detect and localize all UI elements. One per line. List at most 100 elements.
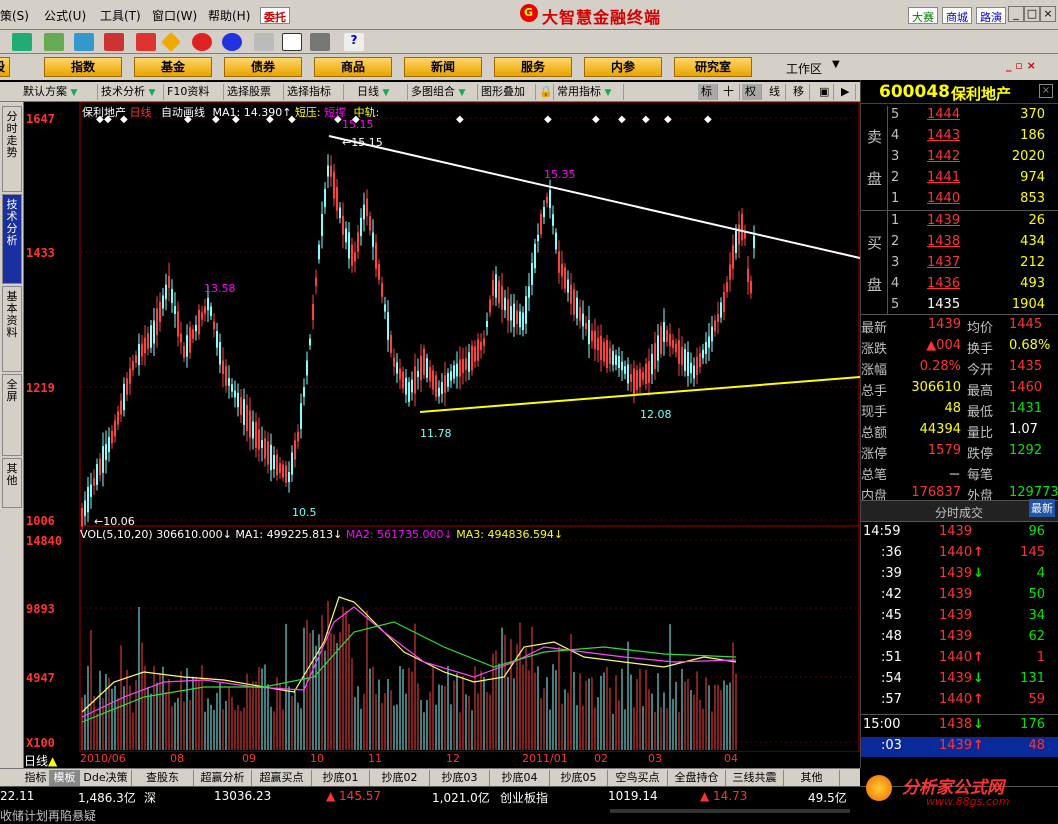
default-scheme-dropdown[interactable]: 默认方案 ▼	[20, 84, 98, 100]
candle-body	[168, 276, 170, 288]
zoom-icon[interactable]: ▣	[816, 84, 834, 100]
line-button[interactable]: 线	[766, 84, 786, 100]
indicator-tab[interactable]: 三线共震	[726, 770, 784, 786]
candle-body	[573, 289, 575, 315]
indicator-tab[interactable]: 模板	[50, 770, 80, 786]
move-button[interactable]: 移	[790, 84, 810, 100]
indicator-tab[interactable]: 抄底04	[490, 770, 550, 786]
menu-item-formula[interactable]: 公式(U)	[44, 7, 86, 24]
mark-button[interactable]: 标	[698, 84, 718, 100]
indicator-tab[interactable]: 抄底05	[550, 770, 608, 786]
alert-icon[interactable]	[104, 33, 124, 51]
candle-body	[684, 348, 686, 372]
event-marker-icon: ◆	[704, 114, 712, 125]
indicator-tab[interactable]: 抄底01	[312, 770, 370, 786]
diamond-icon[interactable]	[161, 32, 181, 52]
close-panel-icon[interactable]: ×	[1039, 84, 1053, 98]
crosshair-button[interactable]: 十	[720, 84, 740, 100]
help-icon[interactable]: ?	[344, 33, 364, 51]
indicator-tab[interactable]: 抄底02	[370, 770, 430, 786]
indicator-tab[interactable]: 抄底03	[430, 770, 490, 786]
vol-ma2-label: MA2: 561735.000↓	[345, 528, 453, 541]
nav-bond-button[interactable]: 债券	[224, 57, 302, 77]
f10-button[interactable]: F10资料	[164, 84, 224, 100]
contest-link[interactable]: 大赛	[908, 7, 938, 24]
maximize-icon[interactable]: □	[1024, 6, 1040, 22]
print-icon[interactable]	[254, 33, 274, 51]
nav-stock-button[interactable]: 股	[0, 57, 10, 77]
nav-insider-button[interactable]: 内参	[584, 57, 662, 77]
mall-link[interactable]: 商城	[942, 7, 972, 24]
candle-body	[747, 268, 749, 283]
candle-body	[471, 345, 473, 371]
search-icon[interactable]	[74, 33, 94, 51]
candle-body	[495, 274, 497, 298]
tick-price: 1439	[939, 738, 973, 753]
price-pane-frame	[79, 102, 860, 527]
menu-item-help[interactable]: 帮助(H)	[208, 7, 250, 24]
indicator-tab[interactable]: 超赢买点	[252, 770, 312, 786]
nav-fund-button[interactable]: 基金	[134, 57, 212, 77]
menu-item-window[interactable]: 窗口(W)	[152, 7, 197, 24]
indicator-tab[interactable]: 超赢分析	[194, 770, 252, 786]
menu-item-tools[interactable]: 工具(T)	[100, 7, 141, 24]
close-icon[interactable]: ×	[1040, 6, 1056, 22]
nav-index-button[interactable]: 指数	[44, 57, 122, 77]
rights-button[interactable]: 权	[742, 84, 762, 100]
red-icon[interactable]	[136, 33, 156, 51]
info-icon[interactable]	[222, 33, 242, 51]
select-indicator-button[interactable]: 选择指标	[284, 84, 344, 100]
indicator-tab[interactable]: Dde决策	[80, 770, 132, 786]
candle-body	[651, 353, 653, 375]
period-dropdown[interactable]: 日线 ▼	[354, 84, 408, 100]
tab-technical[interactable]: 技术分析	[2, 194, 22, 284]
candle-body	[93, 478, 95, 486]
nav-news-button[interactable]: 新闻	[404, 57, 482, 77]
panel-window-controls[interactable]: _ ▫ ×	[1006, 59, 1036, 72]
tab-fundamentals[interactable]: 基本资料	[2, 286, 22, 372]
overlay-dropdown[interactable]: 图形叠加	[478, 84, 536, 100]
book-volume: 212	[1020, 255, 1045, 270]
nav-commodity-button[interactable]: 商品	[314, 57, 392, 77]
stock-list-icon[interactable]	[44, 33, 64, 51]
indicator-tab[interactable]: 指标	[22, 770, 50, 786]
latest-button[interactable]: 最新	[1029, 499, 1055, 517]
common-indicator-dropdown[interactable]: 常用指标 ▼	[554, 84, 624, 100]
indicator-tab[interactable]: 空鸟买点	[608, 770, 668, 786]
lock-icon[interactable]: 🔒	[536, 84, 554, 100]
quote-icon[interactable]	[12, 33, 32, 51]
indicator-tab[interactable]: 其他	[784, 770, 840, 786]
tab-intraday[interactable]: 分时走势	[2, 106, 22, 192]
candle-body	[243, 399, 245, 425]
sz-label: 深	[144, 791, 157, 805]
multi-chart-dropdown[interactable]: 多图组合 ▼	[408, 84, 478, 100]
indicator-tab[interactable]: 全盘持仓	[668, 770, 726, 786]
indicator-tab[interactable]: 查股东	[132, 770, 194, 786]
nav-service-button[interactable]: 服务	[494, 57, 572, 77]
entrust-button[interactable]: 委托	[260, 7, 290, 24]
tick-price: 1438	[939, 717, 973, 732]
candle-body	[261, 440, 263, 448]
nav-research-button[interactable]: 研究室	[674, 57, 752, 77]
candle-body	[426, 358, 428, 378]
news-ticker[interactable]: 收储计划再陷悬疑	[0, 807, 96, 824]
minimize-icon[interactable]: _	[1008, 6, 1024, 22]
menu-item-strategy[interactable]: 策(S)	[0, 7, 29, 24]
workspace-dropdown-icon[interactable]: ▼	[832, 59, 840, 70]
play-icon[interactable]: ▶	[838, 84, 856, 100]
tab-other[interactable]: 其他	[2, 458, 22, 508]
candle-body	[240, 397, 242, 415]
select-stock-button[interactable]: 选择股票	[224, 84, 284, 100]
kline-chart[interactable]: 1647 1433 1219 1006 14840 9893 4947 X100 15.15 15…	[24, 102, 860, 752]
period-indicator[interactable]: 日线▲	[24, 752, 57, 769]
candle-body	[489, 299, 491, 313]
books-icon[interactable]	[310, 33, 330, 51]
tech-analysis-dropdown[interactable]: 技术分析 ▼	[98, 84, 164, 100]
f-icon[interactable]	[192, 33, 212, 51]
workspace-label[interactable]: 工作区	[786, 60, 822, 77]
candle-body	[180, 333, 182, 343]
candle-body	[507, 299, 509, 321]
tab-fullscreen[interactable]: 全屏	[2, 374, 22, 456]
window-icon[interactable]	[282, 33, 302, 51]
roadshow-link[interactable]: 路演	[976, 7, 1006, 24]
